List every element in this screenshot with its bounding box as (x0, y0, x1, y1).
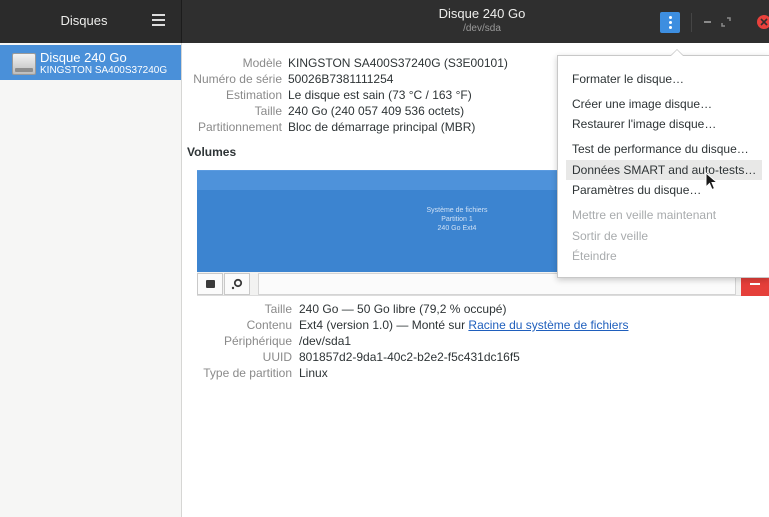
drive-options-button[interactable] (660, 12, 680, 33)
menu-item-restore-image[interactable]: Restaurer l'image disque… (566, 114, 762, 134)
menu-item-create-image[interactable]: Créer une image disque… (566, 94, 762, 114)
sidebar-header: Disques (0, 0, 182, 43)
info-value: Bloc de démarrage principal (MBR) (288, 120, 476, 134)
info-value: Ext4 (version 1.0) — Monté sur Racine du… (299, 318, 628, 333)
maximize-icon (721, 17, 731, 27)
info-label: Taille (254, 104, 282, 118)
menu-item-power-off: Éteindre (572, 249, 617, 263)
partition-name-label: Partition 1 (441, 216, 473, 223)
menu-item-standby-now: Mettre en veille maintenant (572, 208, 717, 222)
info-label: Taille (264, 302, 292, 316)
info-value: 50026B7381111254 (288, 72, 394, 86)
content-text: Ext4 (version 1.0) — Monté sur (299, 318, 469, 332)
info-label: Type de partition (203, 366, 292, 380)
unmount-button[interactable] (197, 273, 223, 295)
sidebar: Disque 240 Go KINGSTON SA400S37240G (0, 43, 182, 517)
menu-item-drive-settings[interactable]: Paramètres du disque… (566, 180, 762, 200)
gear-icon (231, 278, 243, 290)
close-button[interactable] (757, 15, 769, 29)
mount-point-link[interactable]: Racine du système de fichiers (468, 318, 628, 332)
minimize-button[interactable] (704, 21, 711, 23)
info-value: 240 Go (240 057 409 536 octets) (288, 104, 465, 118)
info-label: Modèle (242, 56, 282, 70)
header-title: Disque 240 Go (438, 6, 526, 21)
mouse-cursor-icon (705, 172, 719, 191)
info-value: 240 Go — 50 Go libre (79,2 % occupé) (299, 302, 507, 316)
info-value: Linux (299, 366, 328, 380)
close-icon (760, 18, 768, 26)
info-value: Le disque est sain (73 °C / 163 °F) (288, 88, 472, 102)
info-label: Numéro de série (193, 72, 282, 86)
drive-menu: Formater le disque… Créer une image disq… (557, 55, 769, 278)
header-separator (691, 13, 692, 32)
partition-options-button[interactable] (224, 273, 250, 295)
header-bar: Disque 240 Go /dev/sda (182, 0, 769, 43)
sidebar-item-disk[interactable]: Disque 240 Go KINGSTON SA400S37240G (0, 45, 181, 80)
menu-item-benchmark[interactable]: Test de performance du disque… (566, 139, 762, 159)
sidebar-item-label: Disque 240 Go (40, 50, 127, 65)
sidebar-item-model: KINGSTON SA400S37240G (40, 65, 168, 76)
info-label: Estimation (225, 88, 282, 102)
menu-arrow-fill (671, 50, 683, 56)
partition-type-label: Système de fichiers (426, 207, 488, 214)
hard-disk-icon (12, 53, 36, 75)
info-label: Périphérique (223, 334, 292, 348)
info-value: /dev/sda1 (299, 334, 352, 348)
hamburger-menu-icon[interactable] (152, 14, 165, 26)
info-label: Partitionnement (197, 120, 282, 134)
volumes-heading: Volumes (187, 145, 237, 159)
maximize-button[interactable] (721, 16, 731, 27)
info-label: Contenu (246, 318, 292, 332)
info-label: UUID (262, 350, 292, 364)
menu-item-smart-data[interactable]: Données SMART and auto-tests… (566, 160, 762, 180)
menu-item-format-disk[interactable]: Formater le disque… (566, 69, 762, 89)
sidebar-title: Disques (60, 13, 108, 28)
menu-item-wake-up: Sortir de veille (572, 229, 649, 243)
info-value: KINGSTON SA400S37240G (S3E00101) (288, 56, 508, 70)
header-subtitle: /dev/sda (463, 23, 501, 34)
info-value: 801857d2-9da1-40c2-b2e2-f5c431dc16f5 (299, 350, 520, 364)
partition-size-label: 240 Go Ext4 (437, 225, 477, 232)
